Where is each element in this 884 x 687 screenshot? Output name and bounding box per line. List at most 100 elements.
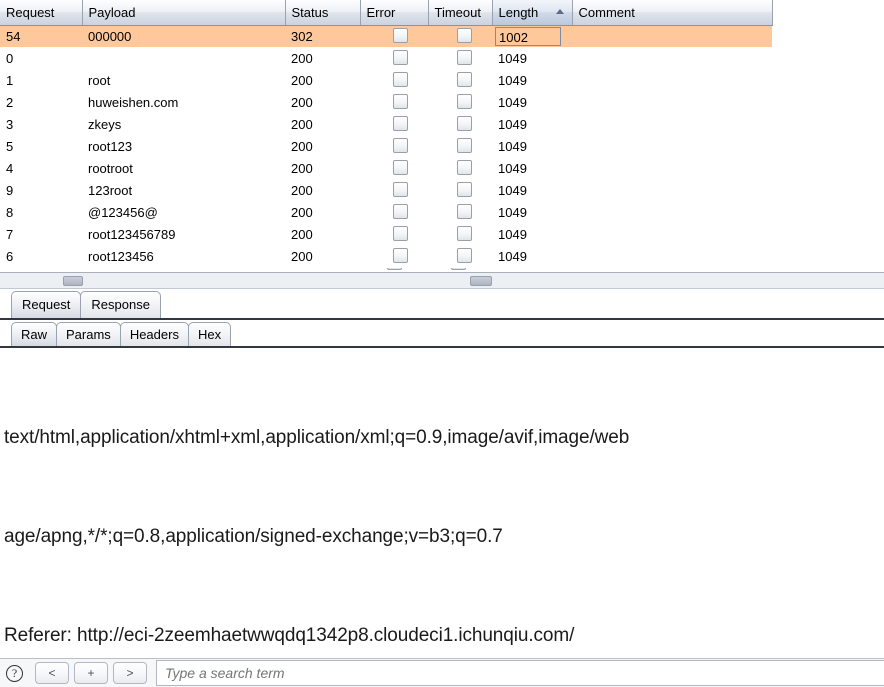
column-header-error[interactable]: Error <box>360 0 429 26</box>
cell-comment[interactable] <box>572 25 772 48</box>
raw-line-referer: Referer: http://eci-2zeemhaetwwqdq1342p8… <box>4 625 575 646</box>
view-tabs[interactable]: Raw Params Headers Hex <box>0 320 884 348</box>
table-row[interactable]: 5 root123 200 1049 <box>0 135 772 158</box>
table-row[interactable]: 0 200 1049 <box>0 47 772 70</box>
tab-params[interactable]: Params <box>56 322 121 346</box>
cell-comment[interactable] <box>572 201 772 224</box>
search-input[interactable] <box>156 660 884 686</box>
cell-status: 200 <box>285 245 360 268</box>
table-row[interactable]: 4 rootroot 200 1049 <box>0 157 772 180</box>
scrollbar-thumb[interactable] <box>63 276 83 286</box>
table-row[interactable]: 7 root123456789 200 1049 <box>0 223 772 246</box>
attack-results-table-panel[interactable]: Request Payload Status Error Timeout Len… <box>0 0 884 273</box>
error-checkbox[interactable] <box>393 138 408 153</box>
cell-comment[interactable] <box>572 91 772 114</box>
cell-comment[interactable] <box>572 135 772 158</box>
tab-hex[interactable]: Hex <box>187 322 232 346</box>
cell-timeout <box>428 113 492 136</box>
cell-error <box>360 113 428 136</box>
cell-request: 8 <box>0 201 82 224</box>
cell-error <box>360 47 428 70</box>
cell-timeout <box>428 69 492 92</box>
timeout-checkbox[interactable] <box>457 116 472 131</box>
sort-ascending-icon <box>555 9 564 14</box>
help-icon[interactable]: ? <box>6 664 23 682</box>
cell-comment[interactable] <box>572 113 772 136</box>
cell-length: 1049 <box>492 179 572 202</box>
cell-status: 302 <box>285 25 360 48</box>
table-row[interactable]: 1 root 200 1049 <box>0 69 772 92</box>
error-checkbox[interactable] <box>393 248 408 263</box>
tab-request[interactable]: Request <box>11 291 82 318</box>
cell-timeout <box>428 91 492 114</box>
column-header-error-label: Error <box>366 4 396 20</box>
cell-length: 1002 <box>492 25 572 48</box>
table-row[interactable]: 9 123root 200 1049 <box>0 179 772 202</box>
search-next-button[interactable]: > <box>113 662 147 684</box>
error-checkbox[interactable] <box>393 50 408 65</box>
cell-status: 200 <box>285 113 360 136</box>
cell-request: 0 <box>0 47 82 70</box>
cell-request: 6 <box>0 245 82 268</box>
cell-comment[interactable] <box>572 47 772 70</box>
table-body: 54 000000 302 1002 0 200 1049 1 root 200… <box>0 25 772 268</box>
cell-comment[interactable] <box>572 223 772 246</box>
tab-raw[interactable]: Raw <box>11 322 58 346</box>
cell-comment[interactable] <box>572 69 772 92</box>
timeout-checkbox[interactable] <box>457 226 472 241</box>
search-prev-button[interactable]: < <box>35 662 69 684</box>
cell-status: 200 <box>285 157 360 180</box>
column-header-status[interactable]: Status <box>285 0 361 26</box>
cell-error <box>360 157 428 180</box>
column-header-payload[interactable]: Payload <box>82 0 286 26</box>
table-row[interactable]: 6 root123456 200 1049 <box>0 245 772 268</box>
table-row[interactable]: 2 huweishen.com 200 1049 <box>0 91 772 114</box>
timeout-checkbox[interactable] <box>457 28 472 43</box>
error-checkbox[interactable] <box>393 160 408 175</box>
timeout-checkbox[interactable] <box>457 72 472 87</box>
cell-timeout <box>428 179 492 202</box>
results-horizontal-scrollbar[interactable] <box>0 273 884 289</box>
cell-request: 1 <box>0 69 82 92</box>
timeout-checkbox[interactable] <box>457 182 472 197</box>
table-row[interactable]: 8 @123456@ 200 1049 <box>0 201 772 224</box>
cell-payload: zkeys <box>82 113 285 136</box>
column-header-length[interactable]: Length <box>492 0 573 26</box>
error-checkbox[interactable] <box>393 72 408 87</box>
timeout-checkbox[interactable] <box>457 248 472 263</box>
scrollbar-thumb-secondary[interactable] <box>470 276 492 286</box>
column-header-timeout[interactable]: Timeout <box>428 0 493 26</box>
column-header-request[interactable]: Request <box>0 0 83 26</box>
error-checkbox[interactable] <box>393 116 408 131</box>
timeout-checkbox[interactable] <box>457 94 472 109</box>
cell-payload: 000000 <box>82 25 285 48</box>
column-header-timeout-label: Timeout <box>434 4 481 20</box>
attack-results-table[interactable]: Request Payload Status Error Timeout Len… <box>0 0 773 268</box>
error-checkbox[interactable] <box>393 28 408 43</box>
burp-intruder-results-window: Request Payload Status Error Timeout Len… <box>0 0 884 687</box>
column-header-comment[interactable]: Comment <box>572 0 773 26</box>
tab-headers[interactable]: Headers <box>119 322 189 346</box>
cell-comment[interactable] <box>572 179 772 202</box>
table-row[interactable]: 3 zkeys 200 1049 <box>0 113 772 136</box>
cell-status: 200 <box>285 223 360 246</box>
cell-comment[interactable] <box>572 245 772 268</box>
timeout-checkbox[interactable] <box>457 138 472 153</box>
cell-error <box>360 69 428 92</box>
error-checkbox[interactable] <box>393 226 408 241</box>
table-row[interactable]: 54 000000 302 1002 <box>0 25 772 48</box>
timeout-checkbox[interactable] <box>451 268 466 270</box>
error-checkbox[interactable] <box>393 94 408 109</box>
timeout-checkbox[interactable] <box>457 204 472 219</box>
cell-status: 200 <box>285 201 360 224</box>
timeout-checkbox[interactable] <box>457 50 472 65</box>
tab-response[interactable]: Response <box>80 291 161 318</box>
message-tabs[interactable]: Request Response <box>0 289 884 320</box>
error-checkbox[interactable] <box>393 182 408 197</box>
error-checkbox[interactable] <box>393 204 408 219</box>
search-add-button[interactable]: + <box>74 662 108 684</box>
cell-comment[interactable] <box>572 157 772 180</box>
raw-request-viewer[interactable]: text/html,application/xhtml+xml,applicat… <box>0 348 884 658</box>
timeout-checkbox[interactable] <box>457 160 472 175</box>
error-checkbox[interactable] <box>387 268 402 270</box>
